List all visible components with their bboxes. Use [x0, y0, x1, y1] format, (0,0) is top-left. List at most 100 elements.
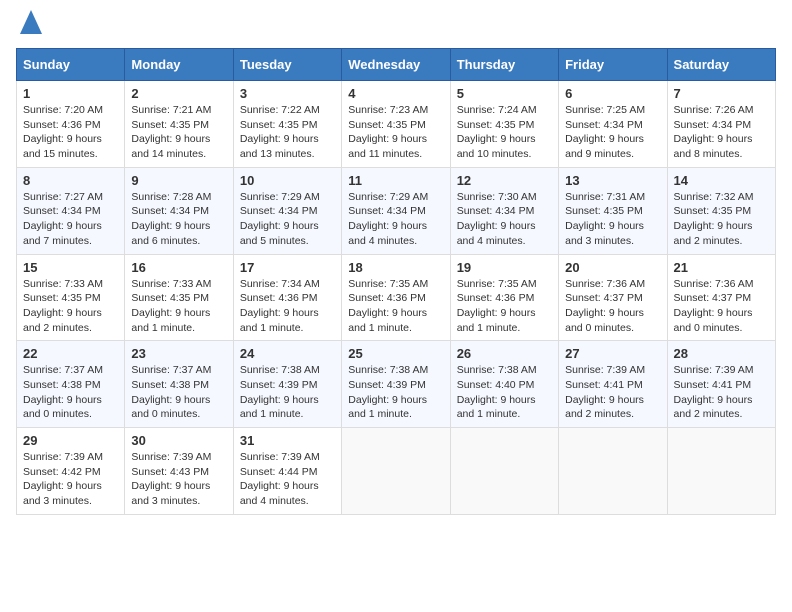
daylight-label: Daylight: 9 hours and 4 minutes. — [457, 220, 536, 247]
calendar-cell: 26 Sunrise: 7:38 AM Sunset: 4:40 PM Dayl… — [450, 341, 558, 428]
day-info: Sunrise: 7:32 AM Sunset: 4:35 PM Dayligh… — [674, 190, 769, 249]
day-number: 8 — [23, 173, 118, 188]
sunrise-label: Sunrise: 7:33 AM — [23, 278, 103, 290]
calendar-cell — [559, 428, 667, 515]
daylight-label: Daylight: 9 hours and 14 minutes. — [131, 133, 210, 160]
sunset-label: Sunset: 4:43 PM — [131, 466, 209, 478]
header-day-sunday: Sunday — [17, 49, 125, 81]
day-info: Sunrise: 7:38 AM Sunset: 4:40 PM Dayligh… — [457, 363, 552, 422]
header-day-thursday: Thursday — [450, 49, 558, 81]
daylight-label: Daylight: 9 hours and 9 minutes. — [565, 133, 644, 160]
calendar-week-5: 29 Sunrise: 7:39 AM Sunset: 4:42 PM Dayl… — [17, 428, 776, 515]
sunset-label: Sunset: 4:34 PM — [240, 205, 318, 217]
daylight-label: Daylight: 9 hours and 3 minutes. — [131, 480, 210, 507]
calendar-cell — [450, 428, 558, 515]
sunset-label: Sunset: 4:42 PM — [23, 466, 101, 478]
sunrise-label: Sunrise: 7:38 AM — [457, 364, 537, 376]
day-info: Sunrise: 7:34 AM Sunset: 4:36 PM Dayligh… — [240, 277, 335, 336]
day-info: Sunrise: 7:37 AM Sunset: 4:38 PM Dayligh… — [131, 363, 226, 422]
daylight-label: Daylight: 9 hours and 8 minutes. — [674, 133, 753, 160]
calendar-cell: 8 Sunrise: 7:27 AM Sunset: 4:34 PM Dayli… — [17, 167, 125, 254]
calendar-cell: 23 Sunrise: 7:37 AM Sunset: 4:38 PM Dayl… — [125, 341, 233, 428]
sunrise-label: Sunrise: 7:26 AM — [674, 104, 754, 116]
logo — [16, 16, 42, 36]
day-info: Sunrise: 7:39 AM Sunset: 4:41 PM Dayligh… — [565, 363, 660, 422]
calendar-cell: 31 Sunrise: 7:39 AM Sunset: 4:44 PM Dayl… — [233, 428, 341, 515]
header-day-saturday: Saturday — [667, 49, 775, 81]
day-number: 13 — [565, 173, 660, 188]
day-info: Sunrise: 7:35 AM Sunset: 4:36 PM Dayligh… — [457, 277, 552, 336]
calendar-cell: 17 Sunrise: 7:34 AM Sunset: 4:36 PM Dayl… — [233, 254, 341, 341]
day-info: Sunrise: 7:39 AM Sunset: 4:43 PM Dayligh… — [131, 450, 226, 509]
sunrise-label: Sunrise: 7:36 AM — [565, 278, 645, 290]
calendar-cell: 6 Sunrise: 7:25 AM Sunset: 4:34 PM Dayli… — [559, 81, 667, 168]
header-day-wednesday: Wednesday — [342, 49, 450, 81]
calendar-cell: 22 Sunrise: 7:37 AM Sunset: 4:38 PM Dayl… — [17, 341, 125, 428]
day-info: Sunrise: 7:30 AM Sunset: 4:34 PM Dayligh… — [457, 190, 552, 249]
day-number: 4 — [348, 86, 443, 101]
calendar-cell: 2 Sunrise: 7:21 AM Sunset: 4:35 PM Dayli… — [125, 81, 233, 168]
sunset-label: Sunset: 4:34 PM — [565, 119, 643, 131]
sunset-label: Sunset: 4:35 PM — [240, 119, 318, 131]
daylight-label: Daylight: 9 hours and 1 minute. — [457, 307, 536, 334]
calendar-week-4: 22 Sunrise: 7:37 AM Sunset: 4:38 PM Dayl… — [17, 341, 776, 428]
calendar-cell: 30 Sunrise: 7:39 AM Sunset: 4:43 PM Dayl… — [125, 428, 233, 515]
sunrise-label: Sunrise: 7:24 AM — [457, 104, 537, 116]
daylight-label: Daylight: 9 hours and 2 minutes. — [674, 220, 753, 247]
day-number: 21 — [674, 260, 769, 275]
day-info: Sunrise: 7:21 AM Sunset: 4:35 PM Dayligh… — [131, 103, 226, 162]
daylight-label: Daylight: 9 hours and 3 minutes. — [565, 220, 644, 247]
day-info: Sunrise: 7:29 AM Sunset: 4:34 PM Dayligh… — [348, 190, 443, 249]
calendar-week-2: 8 Sunrise: 7:27 AM Sunset: 4:34 PM Dayli… — [17, 167, 776, 254]
daylight-label: Daylight: 9 hours and 4 minutes. — [240, 480, 319, 507]
day-info: Sunrise: 7:39 AM Sunset: 4:44 PM Dayligh… — [240, 450, 335, 509]
sunset-label: Sunset: 4:44 PM — [240, 466, 318, 478]
day-number: 12 — [457, 173, 552, 188]
daylight-label: Daylight: 9 hours and 1 minute. — [240, 394, 319, 421]
calendar-cell: 12 Sunrise: 7:30 AM Sunset: 4:34 PM Dayl… — [450, 167, 558, 254]
day-number: 10 — [240, 173, 335, 188]
daylight-label: Daylight: 9 hours and 1 minute. — [348, 307, 427, 334]
day-info: Sunrise: 7:36 AM Sunset: 4:37 PM Dayligh… — [565, 277, 660, 336]
sunset-label: Sunset: 4:36 PM — [240, 292, 318, 304]
sunrise-label: Sunrise: 7:39 AM — [674, 364, 754, 376]
day-number: 18 — [348, 260, 443, 275]
day-info: Sunrise: 7:23 AM Sunset: 4:35 PM Dayligh… — [348, 103, 443, 162]
sunrise-label: Sunrise: 7:37 AM — [131, 364, 211, 376]
calendar-cell: 11 Sunrise: 7:29 AM Sunset: 4:34 PM Dayl… — [342, 167, 450, 254]
header-day-tuesday: Tuesday — [233, 49, 341, 81]
calendar-cell: 13 Sunrise: 7:31 AM Sunset: 4:35 PM Dayl… — [559, 167, 667, 254]
sunrise-label: Sunrise: 7:32 AM — [674, 191, 754, 203]
calendar-cell: 1 Sunrise: 7:20 AM Sunset: 4:36 PM Dayli… — [17, 81, 125, 168]
day-info: Sunrise: 7:26 AM Sunset: 4:34 PM Dayligh… — [674, 103, 769, 162]
sunset-label: Sunset: 4:37 PM — [674, 292, 752, 304]
calendar-header: SundayMondayTuesdayWednesdayThursdayFrid… — [17, 49, 776, 81]
day-number: 14 — [674, 173, 769, 188]
day-info: Sunrise: 7:38 AM Sunset: 4:39 PM Dayligh… — [240, 363, 335, 422]
sunset-label: Sunset: 4:35 PM — [674, 205, 752, 217]
day-info: Sunrise: 7:37 AM Sunset: 4:38 PM Dayligh… — [23, 363, 118, 422]
sunrise-label: Sunrise: 7:20 AM — [23, 104, 103, 116]
day-info: Sunrise: 7:27 AM Sunset: 4:34 PM Dayligh… — [23, 190, 118, 249]
calendar-cell: 15 Sunrise: 7:33 AM Sunset: 4:35 PM Dayl… — [17, 254, 125, 341]
calendar-cell: 24 Sunrise: 7:38 AM Sunset: 4:39 PM Dayl… — [233, 341, 341, 428]
day-number: 25 — [348, 346, 443, 361]
logo-icon — [20, 8, 42, 36]
sunset-label: Sunset: 4:34 PM — [457, 205, 535, 217]
day-number: 26 — [457, 346, 552, 361]
sunrise-label: Sunrise: 7:29 AM — [348, 191, 428, 203]
calendar-cell: 20 Sunrise: 7:36 AM Sunset: 4:37 PM Dayl… — [559, 254, 667, 341]
calendar-cell: 28 Sunrise: 7:39 AM Sunset: 4:41 PM Dayl… — [667, 341, 775, 428]
daylight-label: Daylight: 9 hours and 0 minutes. — [674, 307, 753, 334]
day-number: 15 — [23, 260, 118, 275]
day-number: 24 — [240, 346, 335, 361]
calendar-cell — [667, 428, 775, 515]
calendar-cell: 18 Sunrise: 7:35 AM Sunset: 4:36 PM Dayl… — [342, 254, 450, 341]
sunset-label: Sunset: 4:35 PM — [131, 119, 209, 131]
calendar-cell: 16 Sunrise: 7:33 AM Sunset: 4:35 PM Dayl… — [125, 254, 233, 341]
daylight-label: Daylight: 9 hours and 4 minutes. — [348, 220, 427, 247]
sunset-label: Sunset: 4:35 PM — [348, 119, 426, 131]
sunset-label: Sunset: 4:35 PM — [131, 292, 209, 304]
daylight-label: Daylight: 9 hours and 13 minutes. — [240, 133, 319, 160]
sunrise-label: Sunrise: 7:21 AM — [131, 104, 211, 116]
